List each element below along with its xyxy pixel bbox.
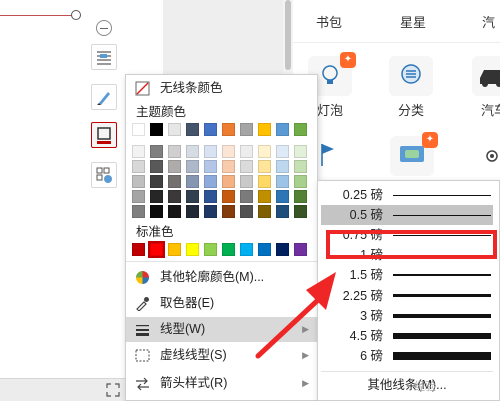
watermark: 经验 (414, 381, 436, 393)
annotation-arrow (255, 272, 336, 359)
